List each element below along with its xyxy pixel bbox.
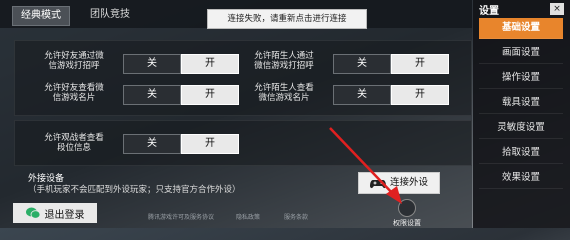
settings-sidebar: 设置 × 基础设置 画面设置 操作设置 载具设置 灵敏度设置 拾取设置 效果设置	[473, 0, 570, 228]
sidebar-item-vehicle[interactable]: 载具设置	[479, 93, 563, 114]
sidebar-item-pickup[interactable]: 拾取设置	[479, 143, 563, 164]
sidebar-item-graphics[interactable]: 画面设置	[479, 43, 563, 64]
sidebar-item-effects[interactable]: 效果设置	[479, 168, 563, 189]
sidebar-title: 设置	[479, 5, 499, 17]
sidebar-item-controls[interactable]: 操作设置	[479, 68, 563, 89]
sidebar-item-basic[interactable]: 基础设置	[479, 18, 563, 39]
close-icon[interactable]: ×	[550, 3, 564, 15]
sidebar-header: 设置 ×	[473, 0, 570, 18]
sidebar-item-sensitivity[interactable]: 灵敏度设置	[479, 118, 563, 139]
